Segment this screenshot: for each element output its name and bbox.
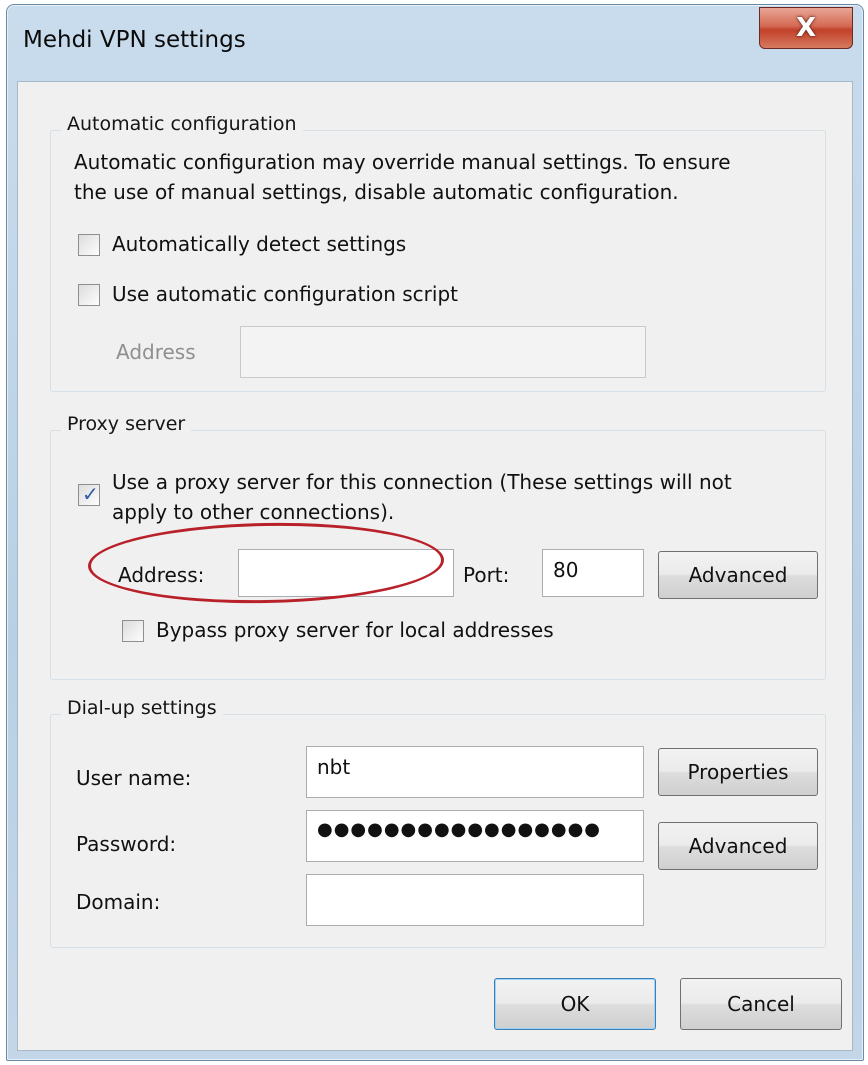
proxy-advanced-button[interactable]: Advanced: [658, 551, 818, 599]
bypass-local-checkbox[interactable]: [122, 620, 144, 642]
use-proxy-label-line2[interactable]: apply to other connections).: [112, 500, 394, 524]
domain-label: Domain:: [76, 890, 161, 914]
proxy-port-label: Port:: [463, 563, 510, 587]
cancel-button[interactable]: Cancel: [680, 978, 842, 1030]
auto-config-description-line1: Automatic configuration may override man…: [74, 150, 731, 174]
bypass-local-label[interactable]: Bypass proxy server for local addresses: [156, 618, 554, 642]
username-label: User name:: [76, 766, 192, 790]
auto-script-address-label: Address: [116, 340, 196, 364]
title-bar[interactable]: Mehdi VPN settings X: [7, 5, 863, 81]
auto-script-label[interactable]: Use automatic configuration script: [112, 282, 458, 306]
proxy-address-label: Address:: [118, 563, 205, 587]
dialog-body: Automatic configuration Automatic config…: [17, 81, 853, 1051]
proxy-port-input[interactable]: 80: [542, 549, 644, 597]
auto-config-title: Automatic configuration: [61, 113, 303, 135]
auto-script-checkbox[interactable]: [78, 284, 100, 306]
username-input[interactable]: nbt: [306, 746, 644, 798]
password-label: Password:: [76, 832, 177, 856]
close-icon: X: [795, 13, 817, 43]
use-proxy-label-line1[interactable]: Use a proxy server for this connection (…: [112, 470, 732, 494]
proxy-address-input[interactable]: [238, 549, 454, 597]
dialup-advanced-button[interactable]: Advanced: [658, 822, 818, 870]
password-input[interactable]: ●●●●●●●●●●●●●●●●●: [306, 810, 644, 862]
domain-input[interactable]: [306, 874, 644, 926]
dialog-window: Mehdi VPN settings X Automatic configura…: [6, 4, 864, 1061]
checkmark-icon: ✓: [82, 482, 99, 506]
ok-button[interactable]: OK: [494, 978, 656, 1030]
window-title: Mehdi VPN settings: [23, 27, 246, 53]
proxy-title: Proxy server: [61, 413, 192, 435]
use-proxy-checkbox[interactable]: ✓: [78, 482, 100, 506]
auto-detect-label[interactable]: Automatically detect settings: [112, 232, 406, 256]
close-button[interactable]: X: [759, 7, 853, 49]
dialup-title: Dial-up settings: [61, 697, 223, 719]
auto-detect-checkbox[interactable]: [78, 234, 100, 256]
auto-config-description-line2: the use of manual settings, disable auto…: [74, 180, 679, 204]
properties-button[interactable]: Properties: [658, 748, 818, 796]
auto-script-address-input[interactable]: [240, 326, 646, 378]
